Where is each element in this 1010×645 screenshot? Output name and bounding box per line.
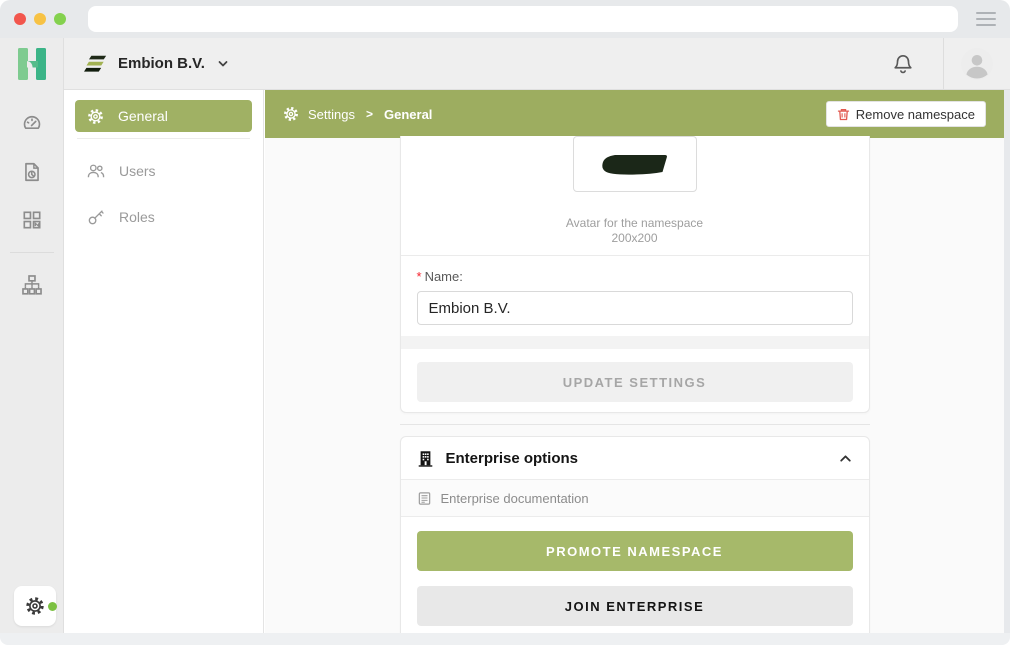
sidebar-item-label: General bbox=[118, 108, 168, 124]
trash-icon bbox=[837, 108, 850, 121]
bell-icon bbox=[892, 53, 914, 75]
report-file-icon bbox=[21, 161, 43, 183]
enterprise-documentation-link[interactable]: Enterprise documentation bbox=[401, 479, 869, 517]
app-logo[interactable] bbox=[0, 38, 63, 90]
brand-logo-icon bbox=[84, 53, 108, 75]
settings-status-dot bbox=[48, 602, 57, 611]
settings-sidebar: General Users Roles bbox=[64, 90, 264, 633]
avatar-caption: Avatar for the namespace 200x200 bbox=[401, 216, 869, 246]
key-icon bbox=[87, 208, 105, 226]
enterprise-options-card: Enterprise options Enterprise documentat… bbox=[400, 436, 870, 633]
h-logo-icon bbox=[15, 47, 49, 81]
cards-divider bbox=[400, 424, 870, 425]
namespace-name: Embion B.V. bbox=[118, 55, 205, 72]
rail-item-reports[interactable] bbox=[12, 152, 52, 192]
scrollbar-track[interactable] bbox=[1004, 90, 1010, 633]
chevron-down-icon bbox=[217, 58, 229, 70]
browser-chrome bbox=[0, 0, 1010, 38]
avatar-caption-line2: 200x200 bbox=[401, 231, 869, 246]
name-input[interactable] bbox=[417, 291, 853, 325]
card-footer: UPDATE SETTINGS bbox=[401, 349, 869, 412]
remove-namespace-label: Remove namespace bbox=[856, 107, 975, 122]
maximize-window-button[interactable] bbox=[54, 13, 66, 25]
browser-window: Embion B.V. General bbox=[0, 0, 1010, 645]
rail-item-apps[interactable] bbox=[12, 200, 52, 240]
building-icon bbox=[417, 450, 434, 467]
close-window-button[interactable] bbox=[14, 13, 26, 25]
avatar-caption-line1: Avatar for the namespace bbox=[401, 216, 869, 231]
sidebar-item-label: Roles bbox=[119, 209, 155, 225]
apps-grid-icon bbox=[21, 209, 43, 231]
promote-namespace-button[interactable]: PROMOTE NAMESPACE bbox=[417, 531, 853, 571]
general-settings-card: Avatar for the namespace 200x200 *Name: … bbox=[400, 136, 870, 413]
gear-icon bbox=[87, 108, 104, 125]
main-content: Settings > General Remove namespace Avat… bbox=[265, 90, 1004, 633]
join-enterprise-button[interactable]: JOIN ENTERPRISE bbox=[417, 586, 853, 626]
card-section-band bbox=[401, 336, 869, 349]
namespace-switcher[interactable]: Embion B.V. bbox=[64, 53, 229, 75]
user-avatar bbox=[961, 48, 993, 80]
window-controls bbox=[14, 13, 66, 25]
sidebar-item-general[interactable]: General bbox=[75, 100, 252, 132]
sidebar-item-roles[interactable]: Roles bbox=[75, 201, 252, 233]
breadcrumb: Settings > General bbox=[283, 106, 432, 122]
breadcrumb-bar: Settings > General Remove namespace bbox=[265, 90, 1004, 138]
browser-menu-icon[interactable] bbox=[976, 12, 996, 26]
rail-item-organization[interactable] bbox=[12, 265, 52, 305]
breadcrumb-current: General bbox=[384, 107, 432, 122]
app-header: Embion B.V. bbox=[64, 38, 1010, 90]
dashboard-gauge-icon bbox=[21, 113, 43, 135]
icon-rail bbox=[0, 38, 64, 633]
enterprise-options-title: Enterprise options bbox=[446, 450, 579, 467]
namespace-avatar-image bbox=[599, 153, 671, 175]
required-mark: * bbox=[417, 269, 422, 284]
sidebar-divider bbox=[77, 138, 250, 139]
enterprise-options-header[interactable]: Enterprise options bbox=[401, 437, 869, 479]
rail-item-dashboard[interactable] bbox=[12, 104, 52, 144]
sidebar-item-label: Users bbox=[119, 163, 156, 179]
user-menu[interactable] bbox=[944, 48, 1010, 80]
users-icon bbox=[87, 162, 105, 180]
enterprise-actions: PROMOTE NAMESPACE JOIN ENTERPRISE bbox=[401, 517, 869, 633]
url-bar[interactable] bbox=[88, 6, 958, 32]
minimize-window-button[interactable] bbox=[34, 13, 46, 25]
update-settings-button[interactable]: UPDATE SETTINGS bbox=[417, 362, 853, 402]
gear-icon bbox=[25, 596, 45, 616]
name-field-label: *Name: bbox=[417, 269, 853, 284]
breadcrumb-root[interactable]: Settings bbox=[308, 107, 355, 122]
remove-namespace-button[interactable]: Remove namespace bbox=[826, 101, 986, 127]
sidebar-item-users[interactable]: Users bbox=[75, 155, 252, 187]
name-field-group: *Name: bbox=[401, 256, 869, 336]
notifications-button[interactable] bbox=[881, 53, 925, 75]
rail-divider bbox=[10, 252, 54, 253]
sitemap-icon bbox=[21, 274, 43, 296]
enterprise-documentation-label: Enterprise documentation bbox=[441, 491, 589, 506]
window-bottom-edge bbox=[0, 633, 1010, 645]
chevron-up-icon[interactable] bbox=[838, 451, 853, 466]
namespace-avatar-upload[interactable] bbox=[573, 136, 697, 192]
gear-icon bbox=[283, 106, 299, 122]
breadcrumb-separator: > bbox=[366, 107, 373, 121]
book-icon bbox=[417, 491, 432, 506]
